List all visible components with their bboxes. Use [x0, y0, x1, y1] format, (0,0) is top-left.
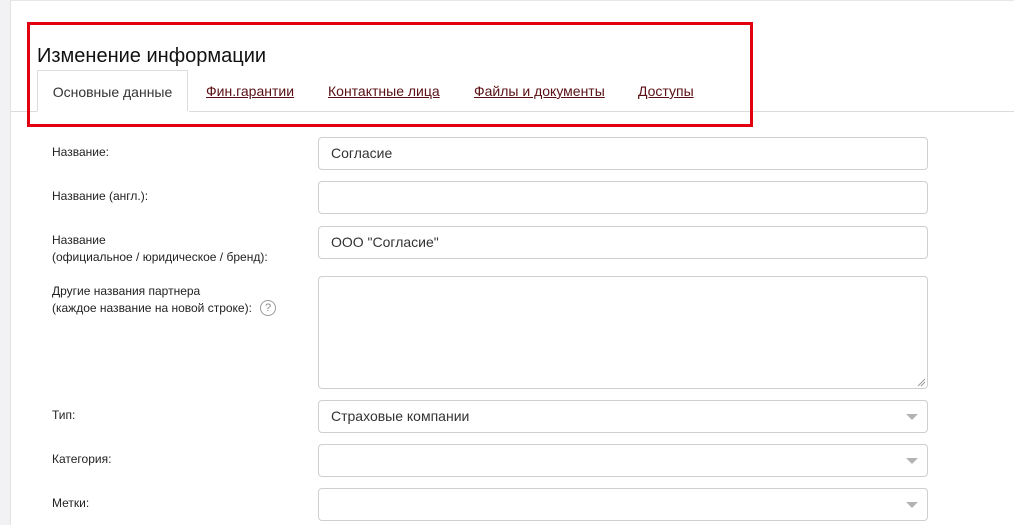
- chevron-down-icon: [906, 458, 918, 464]
- category-label: Категория:: [52, 452, 112, 466]
- left-sidebar-edge: [0, 0, 11, 525]
- official-name-label-line2: (официальное / юридическое / бренд):: [52, 250, 268, 264]
- tab-access[interactable]: Доступы: [638, 70, 694, 111]
- tags-label: Метки:: [52, 496, 90, 510]
- other-names-label-line2: (каждое название на новой строке):: [52, 301, 252, 315]
- tags-select[interactable]: [318, 488, 928, 521]
- tabs-divider: [189, 111, 1014, 112]
- chevron-down-icon: [906, 414, 918, 420]
- type-select[interactable]: Страховые компании: [318, 400, 928, 433]
- type-select-value: Страховые компании: [331, 408, 470, 424]
- type-label: Тип:: [52, 408, 76, 422]
- tabs-divider-left: [11, 111, 37, 112]
- name-label: Название:: [52, 145, 109, 159]
- other-names-label-line1: Другие названия партнера: [52, 284, 201, 298]
- tab-main-data[interactable]: Основные данные: [37, 70, 188, 112]
- official-name-label-line1: Название: [52, 233, 106, 247]
- official-name-input[interactable]: ООО "Согласие": [318, 226, 928, 259]
- name-en-input[interactable]: [318, 181, 928, 214]
- name-input[interactable]: Согласие: [318, 137, 928, 170]
- other-names-label: Другие названия партнера (каждое названи…: [52, 283, 252, 317]
- official-name-label: Название (официальное / юридическое / бр…: [52, 232, 268, 266]
- resize-grip-icon[interactable]: [917, 378, 926, 387]
- other-names-textarea[interactable]: [318, 276, 928, 389]
- tab-financial-guarantees[interactable]: Фин.гарантии: [206, 70, 294, 111]
- category-select[interactable]: [318, 444, 928, 477]
- name-en-label: Название (англ.):: [52, 189, 149, 203]
- page-title: Изменение информации: [37, 45, 267, 68]
- tab-contact-persons[interactable]: Контактные лица: [328, 70, 440, 111]
- top-divider: [11, 0, 1014, 1]
- question-circle-icon[interactable]: ?: [260, 300, 276, 316]
- chevron-down-icon: [906, 502, 918, 508]
- tab-files-documents[interactable]: Файлы и документы: [474, 70, 605, 111]
